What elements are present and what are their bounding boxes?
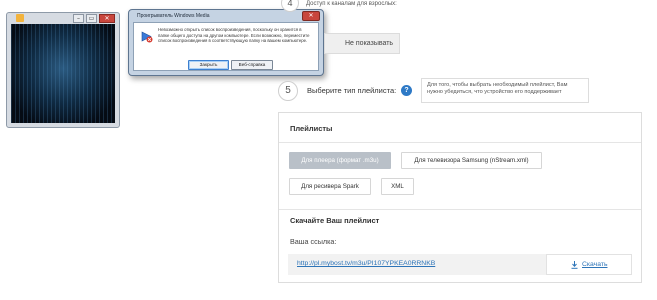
download-heading: Скачайте Ваш плейлист: [290, 216, 380, 225]
panel-divider: [279, 142, 641, 143]
download-label: Скачать: [582, 261, 608, 268]
playlists-heading: Плейлисты: [290, 124, 333, 133]
playlist-url-link[interactable]: http://pl.mybost.tv/m3u/PI107YPKEA0RRNKB: [297, 260, 435, 267]
step-5-number: 5: [278, 81, 298, 101]
error-dialog: Проигрыватель Windows Media ✕ Невозможно…: [128, 9, 324, 76]
dialog-title: Проигрыватель Windows Media: [137, 13, 210, 19]
playlist-tip: Для того, чтобы выбрать необходимый плей…: [421, 78, 589, 103]
playlists-panel: Плейлисты Для плеера (формат .m3u) Для т…: [278, 112, 642, 283]
web-help-button[interactable]: Веб-справка: [231, 60, 273, 70]
dialog-close-action-button[interactable]: Закрыть: [188, 60, 229, 70]
player-close-button[interactable]: ✕: [99, 14, 115, 23]
playlist-link-row: http://pl.mybost.tv/m3u/PI107YPKEA0RRNKB…: [288, 254, 632, 275]
player-maximize-button[interactable]: ▭: [86, 14, 97, 23]
dialog-close-button[interactable]: ✕: [302, 11, 320, 21]
dialog-message: Невозможно открыть список воспроизведени…: [158, 27, 310, 44]
adult-channels-hide-option[interactable]: Не показывать: [324, 33, 400, 54]
player-visualization[interactable]: [11, 24, 115, 123]
step-5-label: Выберите тип плейлиста:: [307, 86, 397, 95]
option-xml[interactable]: XML: [381, 178, 414, 195]
player-minimize-button[interactable]: –: [73, 14, 84, 23]
option-samsung-nstream[interactable]: Для телевизора Samsung (nStream.xml): [401, 152, 542, 169]
adult-channels-hide-label: Не показывать: [345, 40, 394, 47]
playlist-warning-icon: [141, 31, 153, 43]
player-app-icon: [16, 14, 24, 22]
your-link-label: Ваша ссылка:: [290, 237, 337, 246]
media-player-window: – ▭ ✕: [6, 12, 120, 128]
panel-divider: [279, 209, 641, 210]
question-icon[interactable]: ?: [401, 85, 412, 96]
option-spark-receiver[interactable]: Для ресивера Spark: [289, 178, 371, 195]
download-button[interactable]: Скачать: [546, 254, 632, 275]
step-4-label: Доступ к каналам для взрослых:: [306, 1, 397, 7]
option-player-m3u[interactable]: Для плеера (формат .m3u): [289, 152, 391, 169]
dialog-body: Невозможно открыть список воспроизведени…: [133, 22, 319, 71]
download-icon: [571, 261, 578, 269]
player-titlebar-controls: – ▭ ✕: [73, 14, 115, 23]
